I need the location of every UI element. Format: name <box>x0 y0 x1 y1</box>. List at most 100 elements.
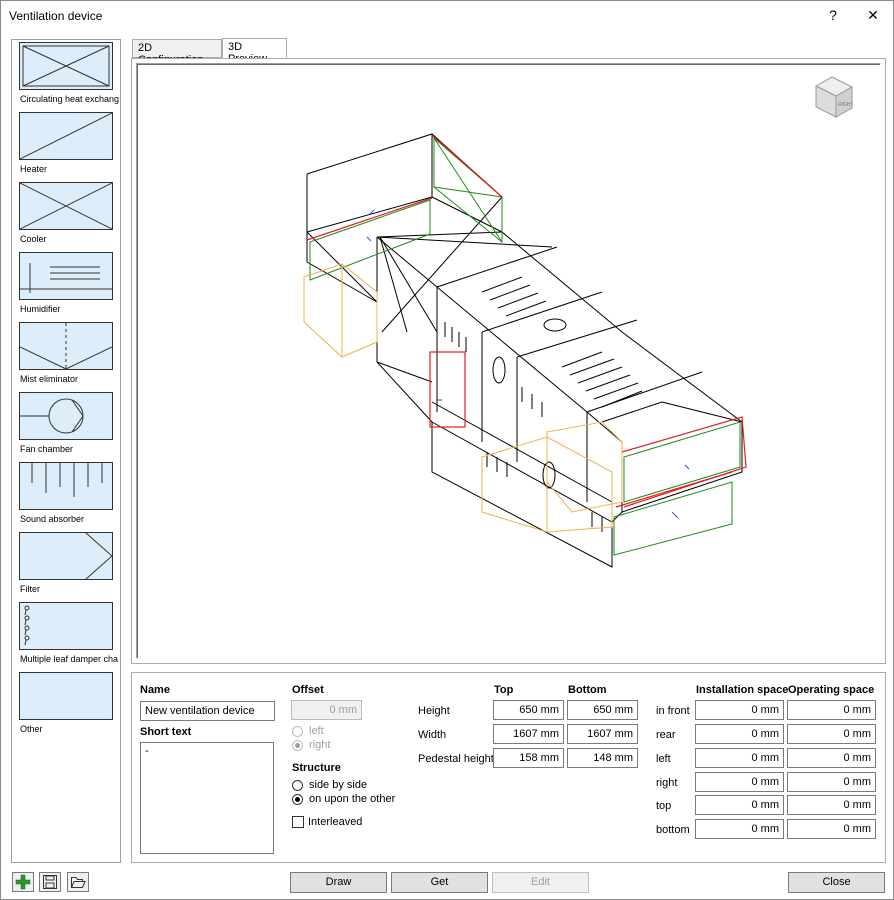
offset-left-label: left <box>309 725 324 737</box>
col-top-label: Top <box>494 684 514 696</box>
window-title: Ventilation device <box>9 9 103 23</box>
space-label-in-front: in front <box>656 705 690 717</box>
pedestal-bottom-input[interactable]: 148 mm <box>567 748 638 768</box>
sound-absorber-icon <box>19 462 113 510</box>
help-button[interactable]: ? <box>813 3 853 29</box>
palette-item-label: Multiple leaf damper cha <box>20 654 119 664</box>
preview-panel: RIGHT <box>131 58 886 664</box>
dialog-window: Ventilation device ? ✕ Circulating heat … <box>0 0 894 900</box>
tab-3d-preview[interactable]: 3D Preview <box>222 38 287 65</box>
palette-item-cooler[interactable]: Cooler <box>19 182 122 248</box>
palette-item-label: Cooler <box>20 234 47 244</box>
palette-item-label: Humidifier <box>20 304 61 314</box>
fan-chamber-icon <box>19 392 113 440</box>
install-right-input[interactable]: 0 mm <box>695 772 784 792</box>
palette-item-mist-eliminator[interactable]: Mist eliminator <box>19 322 122 388</box>
save-button[interactable] <box>39 872 61 892</box>
operating-space-label: Operating space <box>788 684 875 696</box>
height-bottom-input[interactable]: 650 mm <box>567 700 638 720</box>
install-rear-input[interactable]: 0 mm <box>695 724 784 744</box>
palette-item-label: Heater <box>20 164 48 174</box>
short-text-label: Short text <box>140 726 192 738</box>
operating-bottom-input[interactable]: 0 mm <box>787 819 876 839</box>
offset-label: Offset <box>292 684 324 696</box>
pedestal-top-input[interactable]: 158 mm <box>493 748 564 768</box>
plus-icon <box>15 874 31 890</box>
heat-exchanger-icon <box>19 42 113 90</box>
humidifier-icon <box>19 252 113 300</box>
operating-rear-input[interactable]: 0 mm <box>787 724 876 744</box>
palette-item-humidifier[interactable]: Humidifier <box>19 252 122 318</box>
short-text-input[interactable]: - <box>140 742 274 854</box>
mist-eliminator-icon <box>19 322 113 370</box>
palette-item-heater[interactable]: Heater <box>19 112 122 178</box>
palette-item-label: Mist eliminator <box>20 374 79 384</box>
cooler-icon <box>19 182 113 230</box>
structure-upon-radio[interactable] <box>292 794 303 805</box>
offset-right-radio[interactable] <box>292 740 303 751</box>
width-top-input[interactable]: 1607 mm <box>493 724 564 744</box>
space-label-left: left <box>656 753 671 765</box>
structure-side-radio[interactable] <box>292 780 303 791</box>
space-label-rear: rear <box>656 729 676 741</box>
folder-open-icon <box>70 877 86 888</box>
col-bottom-label: Bottom <box>568 684 607 696</box>
close-button[interactable]: Close <box>788 872 885 893</box>
close-window-button[interactable]: ✕ <box>853 3 893 29</box>
other-icon <box>19 672 113 720</box>
offset-input[interactable]: 0 mm <box>291 700 362 720</box>
viewcube-icon[interactable]: RIGHT <box>814 76 854 118</box>
structure-side-label: side by side <box>309 779 368 791</box>
floppy-disk-icon <box>43 875 57 889</box>
3d-model-drawing: RIGHT <box>303 76 854 568</box>
name-label: Name <box>140 684 170 696</box>
3d-viewport[interactable]: RIGHT <box>136 63 881 659</box>
tab-2d-configuration[interactable]: 2D Configuration <box>132 39 222 66</box>
component-palette: Circulating heat exchang Heater Cooler H… <box>11 39 121 863</box>
interleaved-checkbox[interactable] <box>292 816 304 828</box>
palette-item-sound-absorber[interactable]: Sound absorber <box>19 462 122 528</box>
interleaved-label: Interleaved <box>308 816 363 828</box>
operating-top-input[interactable]: 0 mm <box>787 795 876 815</box>
palette-item-heat-exchanger[interactable]: Circulating heat exchang <box>19 42 122 108</box>
install-left-input[interactable]: 0 mm <box>695 748 784 768</box>
offset-left-radio[interactable] <box>292 726 303 737</box>
name-input[interactable]: New ventilation device <box>140 701 275 721</box>
structure-upon-label: on upon the other <box>309 793 396 805</box>
install-bottom-input[interactable]: 0 mm <box>695 819 784 839</box>
operating-left-input[interactable]: 0 mm <box>787 748 876 768</box>
operating-in-front-input[interactable]: 0 mm <box>787 700 876 720</box>
palette-item-damper[interactable]: Multiple leaf damper cha <box>19 602 122 668</box>
palette-item-filter[interactable]: Filter <box>19 532 122 598</box>
edit-button[interactable]: Edit <box>492 872 589 893</box>
install-top-input[interactable]: 0 mm <box>695 795 784 815</box>
viewcube-label: RIGHT <box>838 102 854 108</box>
heater-icon <box>19 112 113 160</box>
installation-space-label: Installation space <box>696 684 789 696</box>
palette-item-label: Circulating heat exchang <box>20 94 120 104</box>
structure-label: Structure <box>292 762 341 774</box>
operating-right-input[interactable]: 0 mm <box>787 772 876 792</box>
space-label-right: right <box>656 777 678 789</box>
palette-item-label: Sound absorber <box>20 514 85 524</box>
damper-icon <box>19 602 113 650</box>
get-button[interactable]: Get <box>391 872 488 893</box>
install-in-front-input[interactable]: 0 mm <box>695 700 784 720</box>
palette-item-label: Other <box>20 724 43 734</box>
palette-item-fan-chamber[interactable]: Fan chamber <box>19 392 122 458</box>
space-label-bottom: bottom <box>656 824 690 836</box>
open-button[interactable] <box>67 872 89 892</box>
palette-item-label: Filter <box>20 584 40 594</box>
add-button[interactable] <box>12 872 34 892</box>
width-bottom-input[interactable]: 1607 mm <box>567 724 638 744</box>
title-bar: Ventilation device ? ✕ <box>1 1 893 31</box>
space-label-top: top <box>656 800 672 812</box>
width-label: Width <box>418 729 447 741</box>
draw-button[interactable]: Draw <box>290 872 387 893</box>
offset-right-label: right <box>309 739 331 751</box>
filter-icon <box>19 532 113 580</box>
palette-item-other[interactable]: Other <box>19 672 122 738</box>
height-top-input[interactable]: 650 mm <box>493 700 564 720</box>
height-label: Height <box>418 705 450 717</box>
pedestal-height-label: Pedestal height <box>418 753 494 765</box>
